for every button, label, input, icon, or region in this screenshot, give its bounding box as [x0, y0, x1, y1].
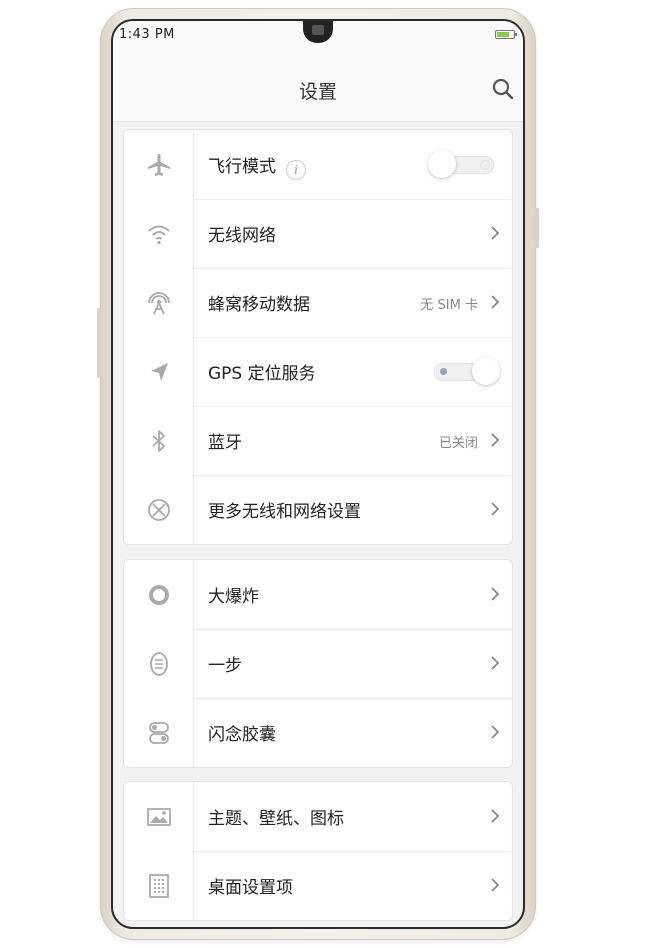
bluetooth-icon — [151, 429, 165, 452]
search-icon[interactable] — [491, 77, 515, 101]
big-bang-label: 大爆炸 — [208, 587, 259, 607]
status-bar: 1:43 PM — [113, 21, 523, 57]
title-bar: 设置 — [113, 57, 523, 122]
desktop-grid-icon — [148, 873, 169, 898]
info-icon[interactable]: i — [286, 160, 306, 180]
location-icon — [150, 362, 168, 381]
cellular-icon — [147, 291, 170, 314]
battery-icon — [495, 30, 517, 39]
toggle-knob — [472, 357, 500, 385]
bluetooth-status: 已关闭 — [438, 436, 478, 451]
airplane-icon — [147, 153, 170, 176]
toggle-knob — [428, 150, 456, 178]
chevron-right-icon — [491, 587, 500, 601]
settings-group-smart: 大爆炸 一步 闪念胶囊 — [123, 559, 513, 768]
wifi-row[interactable]: 无线网络 — [124, 199, 512, 268]
gps-row[interactable]: GPS 定位服务 — [124, 337, 512, 406]
phone-frame: 1:43 PM 设置 飞行模式 i 无线网络 蜂窝移动数据 无 SIM 卡 GP… — [97, 8, 539, 940]
sim-status: 无 SIM 卡 — [420, 298, 478, 313]
bluetooth-row[interactable]: 蓝牙 已关闭 — [124, 406, 512, 475]
theme-wallpaper-row[interactable]: 主题、壁纸、图标 — [124, 782, 512, 851]
camera-notch — [303, 21, 333, 43]
desktop-settings-label: 桌面设置项 — [208, 878, 293, 898]
one-step-icon — [149, 651, 168, 676]
wallpaper-icon — [146, 807, 171, 826]
gps-toggle[interactable] — [428, 357, 500, 385]
chevron-right-icon — [491, 878, 500, 892]
page-title: 设置 — [298, 81, 337, 103]
cellular-data-row[interactable]: 蜂窝移动数据 无 SIM 卡 — [124, 268, 512, 337]
flash-capsule-label: 闪念胶囊 — [208, 725, 276, 745]
more-network-row[interactable]: 更多无线和网络设置 — [124, 475, 512, 544]
settings-group-network: 飞行模式 i 无线网络 蜂窝移动数据 无 SIM 卡 GPS 定位服务 蓝牙 已… — [123, 129, 513, 545]
status-time: 1:43 PM — [119, 27, 175, 42]
chevron-right-icon — [491, 809, 500, 823]
big-bang-icon — [148, 584, 169, 605]
screen: 1:43 PM 设置 飞行模式 i 无线网络 蜂窝移动数据 无 SIM 卡 GP… — [111, 19, 525, 929]
airplane-mode-label: 飞行模式 — [208, 157, 276, 177]
big-bang-row[interactable]: 大爆炸 — [124, 560, 512, 629]
network-more-icon — [147, 498, 170, 521]
cellular-data-label: 蜂窝移动数据 — [208, 295, 310, 315]
flash-capsule-row[interactable]: 闪念胶囊 — [124, 698, 512, 767]
airplane-mode-toggle[interactable] — [428, 150, 500, 178]
airplane-mode-row[interactable]: 飞行模式 i — [124, 130, 512, 199]
power-button — [535, 208, 539, 248]
chevron-right-icon — [491, 433, 500, 447]
chevron-right-icon — [491, 725, 500, 739]
one-step-row[interactable]: 一步 — [124, 629, 512, 698]
chevron-right-icon — [491, 295, 500, 309]
bluetooth-label: 蓝牙 — [208, 433, 242, 453]
theme-wallpaper-label: 主题、壁纸、图标 — [208, 809, 344, 829]
chevron-right-icon — [491, 502, 500, 516]
chevron-right-icon — [491, 226, 500, 240]
wifi-label: 无线网络 — [208, 226, 276, 246]
capsule-icon — [148, 721, 169, 744]
desktop-settings-row[interactable]: 桌面设置项 — [124, 851, 512, 920]
more-network-label: 更多无线和网络设置 — [208, 502, 361, 522]
chevron-right-icon — [491, 656, 500, 670]
wifi-icon — [147, 225, 170, 244]
volume-button — [97, 308, 101, 378]
one-step-label: 一步 — [208, 656, 242, 676]
settings-group-display: 主题、壁纸、图标 桌面设置项 — [123, 781, 513, 921]
gps-label: GPS 定位服务 — [208, 364, 316, 384]
